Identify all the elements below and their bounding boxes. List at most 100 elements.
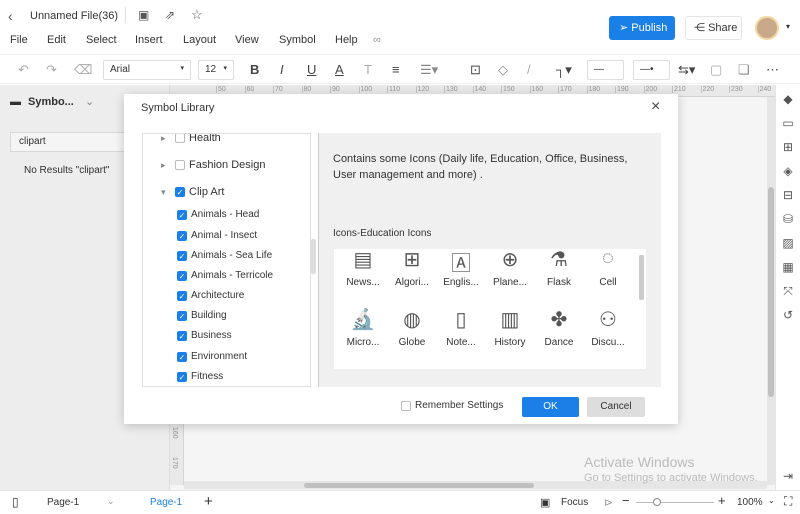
grid-scrollbar[interactable]: [639, 255, 644, 300]
redo-icon[interactable]: ↷: [46, 62, 57, 78]
zoom-out-icon[interactable]: −: [622, 493, 630, 508]
close-icon[interactable]: ×: [651, 98, 660, 116]
database-icon[interactable]: ⛁: [780, 211, 796, 227]
menu-symbol[interactable]: Symbol: [279, 34, 316, 46]
add-page-icon[interactable]: +: [204, 493, 213, 510]
focus-icon[interactable]: ▣: [540, 496, 550, 509]
menu-select[interactable]: Select: [86, 34, 117, 46]
fit-icon[interactable]: ⤧: [780, 283, 796, 299]
font-select[interactable]: Arial ▾: [103, 60, 191, 80]
checkbox[interactable]: ✓: [177, 209, 187, 220]
symbol-item[interactable]: ⚗ Flask: [534, 249, 584, 288]
page-select[interactable]: Page-1: [47, 497, 79, 508]
symbol-item[interactable]: ◍ Globe: [387, 307, 437, 348]
connector-icon[interactable]: ┐▾: [556, 62, 572, 78]
symbol-item[interactable]: 🔬 Micro...: [338, 307, 388, 348]
tree-item[interactable]: ▸ Fashion Design: [161, 159, 265, 171]
menu-help[interactable]: Help: [335, 34, 358, 46]
line-style-select[interactable]: —: [587, 60, 624, 80]
shadow-icon[interactable]: ❏: [738, 62, 750, 78]
fullscreen-icon[interactable]: ⛶: [784, 494, 792, 509]
line-color-icon[interactable]: /: [527, 62, 531, 77]
export-icon[interactable]: ⇗: [165, 8, 175, 22]
font-color-icon[interactable]: A: [335, 62, 344, 77]
tree-scrollbar[interactable]: [311, 239, 316, 274]
italic-icon[interactable]: I: [280, 62, 284, 77]
undo-icon[interactable]: ↶: [18, 62, 29, 78]
checkbox[interactable]: ✓: [177, 290, 187, 301]
focus-button[interactable]: Focus: [561, 497, 588, 508]
symbol-item[interactable]: ✤ Dance: [534, 307, 584, 348]
bold-icon[interactable]: B: [250, 62, 259, 77]
checkbox[interactable]: ✓: [177, 270, 187, 281]
arrow-style-select[interactable]: —•: [633, 60, 670, 80]
tree-item[interactable]: ✓ Business: [177, 330, 232, 341]
zoom-slider[interactable]: [636, 498, 714, 506]
spacing-icon[interactable]: ☰▾: [420, 62, 438, 78]
chart-icon[interactable]: ▦: [780, 259, 796, 275]
play-icon[interactable]: ⊳: [604, 496, 613, 509]
binoculars-icon[interactable]: ∞: [373, 34, 381, 46]
cancel-button[interactable]: Cancel: [587, 397, 645, 417]
tree-item[interactable]: ▾ ✓ Clip Art: [161, 186, 224, 198]
font-size-select[interactable]: 12 ▾: [198, 60, 234, 80]
tree-item[interactable]: ✓ Architecture: [177, 290, 244, 301]
tree-item[interactable]: ✓ Environment: [177, 351, 247, 362]
caret-right-icon[interactable]: ▸: [161, 134, 171, 144]
symbol-item[interactable]: ⊕ Plane...: [485, 249, 535, 288]
symbol-item[interactable]: 🄰 Englis...: [436, 249, 486, 288]
save-icon[interactable]: ▣: [138, 8, 149, 22]
tree-item[interactable]: ✓ Animal - Insect: [177, 230, 257, 241]
checkbox[interactable]: ✓: [175, 187, 185, 197]
chevron-down-icon[interactable]: ▾: [786, 22, 790, 31]
remember-settings-checkbox[interactable]: Remember Settings: [401, 400, 503, 411]
caret-right-icon[interactable]: ▸: [161, 160, 171, 171]
tab-page-1[interactable]: Page-1: [150, 497, 182, 508]
menu-view[interactable]: View: [235, 34, 259, 46]
history-icon[interactable]: ↺: [780, 307, 796, 323]
presentation-icon[interactable]: ⊟: [780, 187, 796, 203]
menu-edit[interactable]: Edit: [47, 34, 66, 46]
zoom-level[interactable]: 100%: [737, 497, 763, 508]
checkbox[interactable]: [175, 160, 185, 170]
symbol-item[interactable]: ⚇ Discu...: [583, 307, 633, 348]
grid-icon[interactable]: ⊞: [780, 139, 796, 155]
menu-file[interactable]: File: [10, 34, 28, 46]
text-style-icon[interactable]: T: [364, 62, 372, 77]
back-icon[interactable]: ‹: [8, 8, 13, 24]
menu-layout[interactable]: Layout: [183, 34, 216, 46]
symbol-item[interactable]: ▯ Note...: [436, 307, 486, 348]
collapse-icon[interactable]: ⇥: [780, 468, 796, 484]
star-icon[interactable]: ☆: [191, 7, 203, 23]
line-weight-icon[interactable]: ⇆▾: [678, 62, 695, 78]
align-icon[interactable]: ≡: [392, 62, 400, 77]
symbol-item[interactable]: ⊞ Algori...: [387, 249, 437, 288]
chevron-down-icon[interactable]: ⌄: [768, 496, 775, 505]
tree-item[interactable]: ✓ Fitness: [177, 371, 223, 382]
fill-icon[interactable]: ◇: [498, 62, 508, 78]
tree-item[interactable]: ✓ Animals - Head: [177, 209, 259, 220]
checkbox[interactable]: ✓: [177, 351, 187, 362]
style-icon[interactable]: ▭: [780, 115, 796, 131]
zoom-in-icon[interactable]: +: [718, 493, 726, 508]
tree-item[interactable]: ✓ Building: [177, 310, 227, 321]
ok-button[interactable]: OK: [522, 397, 579, 417]
checkbox[interactable]: ✓: [177, 250, 187, 261]
tree-item[interactable]: ✓ Animals - Sea Life: [177, 250, 272, 261]
symbol-item[interactable]: ▤ News...: [338, 249, 388, 288]
symbol-item[interactable]: ◌ Cell: [583, 249, 633, 288]
checkbox[interactable]: [175, 134, 185, 143]
menu-insert[interactable]: Insert: [135, 34, 163, 46]
position-icon[interactable]: ▢: [710, 62, 722, 78]
symbol-item[interactable]: ▥ History: [485, 307, 535, 348]
tree-item[interactable]: ▸ Health: [161, 134, 221, 144]
chevron-down-icon[interactable]: ⌄: [107, 496, 115, 507]
checkbox[interactable]: [401, 400, 411, 411]
underline-icon[interactable]: U: [307, 62, 316, 77]
checkbox[interactable]: ✓: [177, 230, 187, 241]
layers-icon[interactable]: ◈: [780, 163, 796, 179]
checkbox[interactable]: ✓: [177, 330, 187, 341]
image-icon[interactable]: ▨: [780, 235, 796, 251]
checkbox[interactable]: ✓: [177, 371, 187, 382]
zoom-slider-handle[interactable]: [653, 498, 661, 506]
